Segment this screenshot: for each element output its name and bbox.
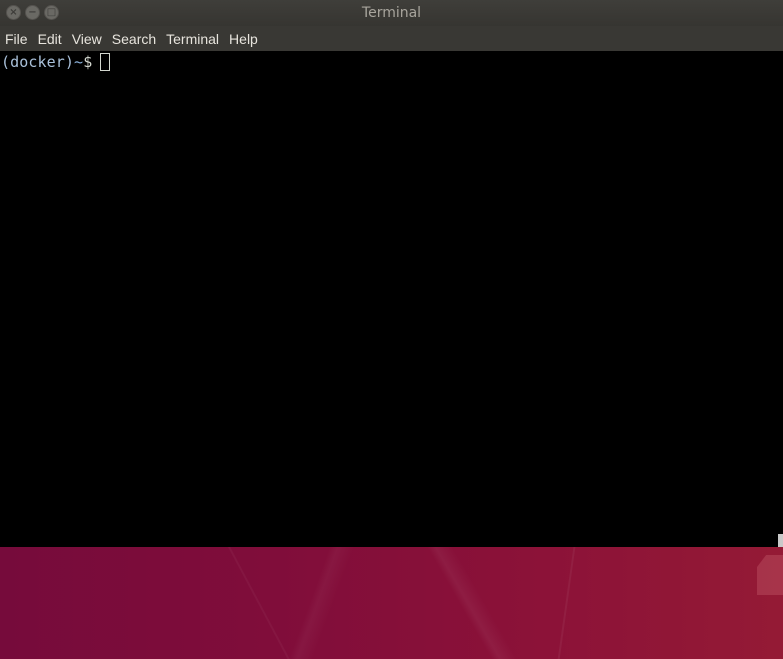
maximize-icon[interactable]: □ bbox=[44, 5, 59, 20]
menu-search[interactable]: Search bbox=[107, 26, 161, 51]
minimize-icon[interactable]: − bbox=[25, 5, 40, 20]
title-bar[interactable]: × − □ Terminal bbox=[0, 0, 783, 26]
terminal-area[interactable]: (docker) ~ $ bbox=[0, 51, 783, 547]
wallpaper-streak bbox=[222, 547, 300, 659]
menu-terminal[interactable]: Terminal bbox=[161, 26, 224, 51]
menu-help[interactable]: Help bbox=[224, 26, 263, 51]
menu-view[interactable]: View bbox=[67, 26, 107, 51]
prompt-symbol: $ bbox=[83, 53, 93, 71]
desktop-background bbox=[0, 547, 783, 659]
prompt-path: ~ bbox=[74, 53, 84, 71]
close-icon[interactable]: × bbox=[6, 5, 21, 20]
text-cursor bbox=[100, 53, 111, 71]
terminal-window: × − □ Terminal File Edit View Search Ter… bbox=[0, 0, 783, 547]
command-prompt: (docker) ~ $ bbox=[1, 53, 111, 71]
prompt-environment: (docker) bbox=[1, 53, 75, 71]
wallpaper-streak bbox=[553, 547, 579, 659]
wallpaper-shape bbox=[757, 555, 783, 595]
menu-file[interactable]: File bbox=[0, 26, 33, 51]
scrollbar-thumb[interactable] bbox=[778, 534, 783, 547]
menu-bar: File Edit View Search Terminal Help bbox=[0, 26, 783, 51]
window-title: Terminal bbox=[361, 5, 422, 21]
window-controls: × − □ bbox=[6, 5, 59, 21]
menu-edit[interactable]: Edit bbox=[33, 26, 67, 51]
